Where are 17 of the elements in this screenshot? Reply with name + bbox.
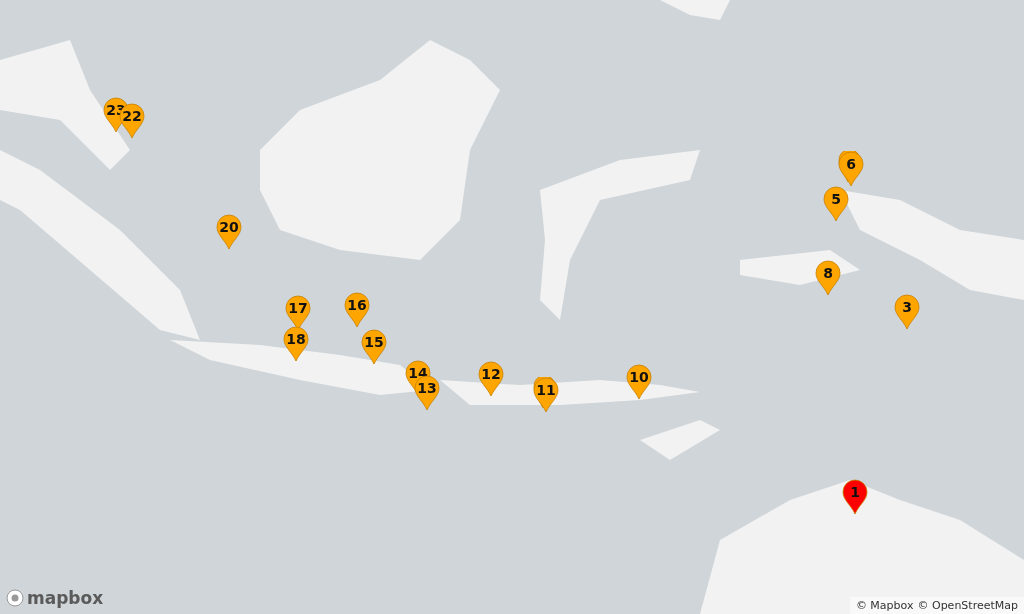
- map-pin[interactable]: 10: [626, 364, 652, 400]
- attribution-link[interactable]: © OpenStreetMap: [917, 599, 1018, 612]
- map-pin[interactable]: 6: [838, 151, 864, 187]
- logo-icon: [6, 589, 24, 607]
- logo-text: mapbox: [27, 588, 104, 608]
- map-pin[interactable]: 5: [823, 186, 849, 222]
- map-pin[interactable]: 11: [533, 377, 559, 413]
- map-pin[interactable]: 15: [361, 329, 387, 365]
- map-pin[interactable]: 1: [842, 479, 868, 515]
- attribution-link[interactable]: © Mapbox: [855, 599, 914, 612]
- map-pin[interactable]: 16: [344, 292, 370, 328]
- map-pin[interactable]: 3: [894, 294, 920, 330]
- mapbox-logo[interactable]: mapbox: [6, 588, 104, 608]
- map-pin[interactable]: 18: [283, 326, 309, 362]
- map-pin[interactable]: 8: [815, 260, 841, 296]
- map-pin[interactable]: 12: [478, 361, 504, 397]
- map-pin[interactable]: 20: [216, 214, 242, 250]
